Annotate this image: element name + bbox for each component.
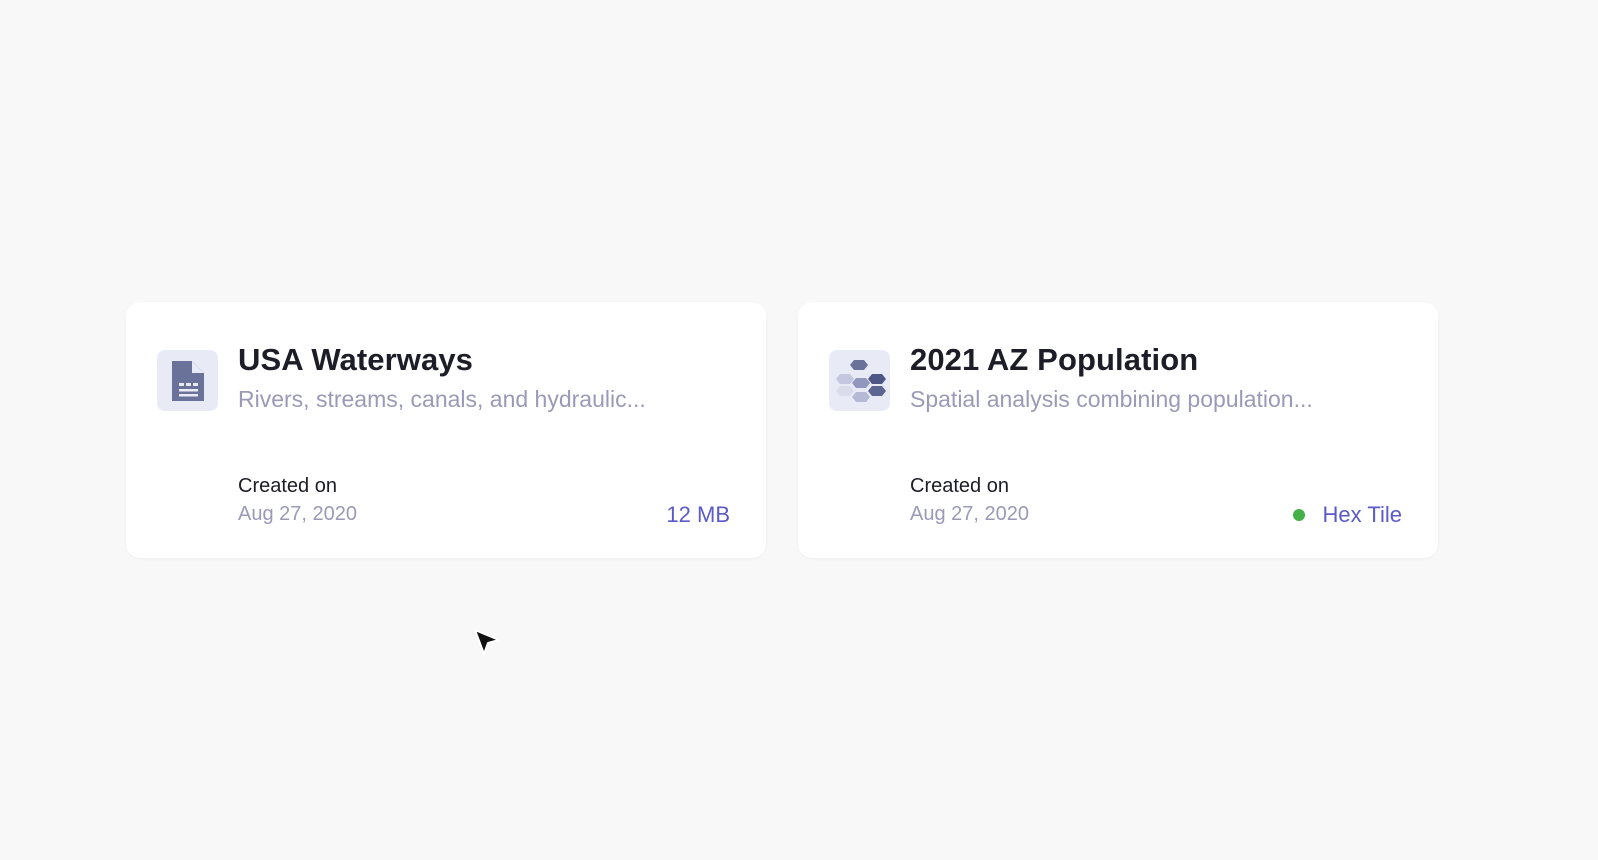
created-on-label: Created on <box>238 475 337 497</box>
card-title: 2021 AZ Population <box>910 342 1199 377</box>
created-date: Aug 27, 2020 <box>238 503 357 525</box>
dataset-card-usa-waterways[interactable]: USA Waterways Rivers, streams, canals, a… <box>126 302 766 558</box>
dataset-card-az-population[interactable]: 2021 AZ Population Spatial analysis comb… <box>798 302 1438 558</box>
card-title: USA Waterways <box>238 342 474 377</box>
file-size-value: 12 MB <box>666 502 730 527</box>
created-on-label: Created on <box>910 475 1009 497</box>
file-size: 12 MB <box>666 502 730 528</box>
arrow-cursor-icon <box>471 626 505 660</box>
hex-tile-icon <box>829 350 890 411</box>
card-description: Spatial analysis combining population... <box>910 386 1313 412</box>
card-description: Rivers, streams, canals, and hydraulic..… <box>238 386 646 412</box>
status-dot-icon <box>1292 509 1305 521</box>
document-icon <box>157 350 218 411</box>
dataset-type-label: Hex Tile <box>1322 502 1402 527</box>
created-date: Aug 27, 2020 <box>910 503 1029 525</box>
dataset-type: Hex Tile <box>1292 502 1402 528</box>
